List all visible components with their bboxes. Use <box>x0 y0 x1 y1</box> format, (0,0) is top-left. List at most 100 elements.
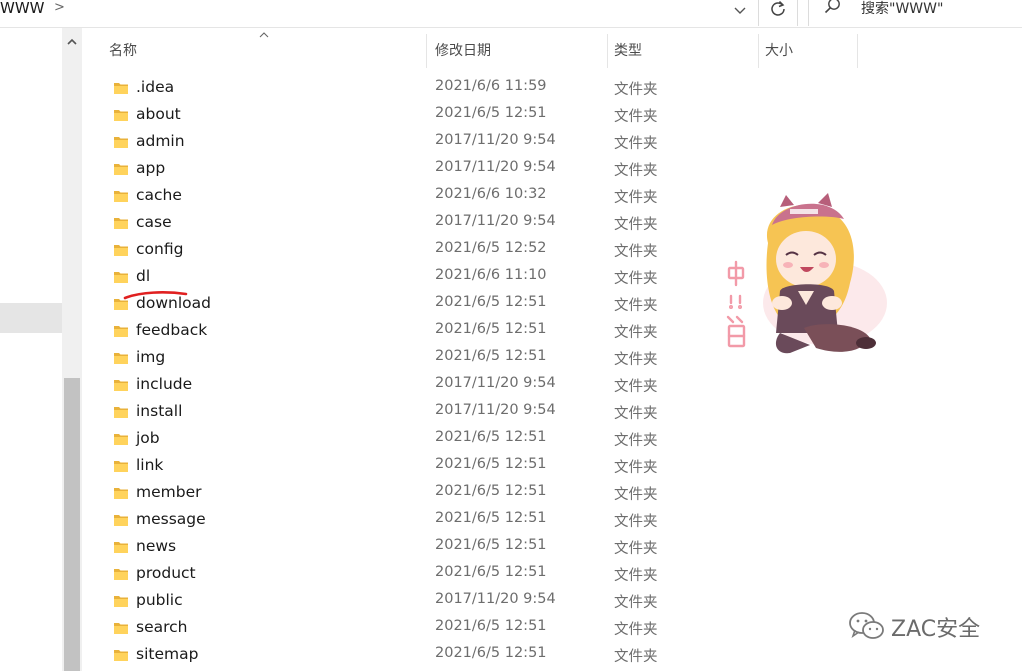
breadcrumb-item-www[interactable]: WWW <box>0 0 45 17</box>
file-row[interactable]: link 2021/6/5 12:51 文件夹 <box>83 453 783 480</box>
address-bar: WWW > 搜索"WWW" <box>0 0 1022 28</box>
file-type: 文件夹 <box>614 244 658 260</box>
file-date-modified: 2021/6/5 12:51 <box>435 429 547 445</box>
file-type: 文件夹 <box>614 325 658 341</box>
file-row[interactable]: job 2021/6/5 12:51 文件夹 <box>83 426 783 453</box>
column-header-date-modified[interactable]: 修改日期 <box>435 34 491 68</box>
nav-selected-item[interactable] <box>0 303 62 333</box>
column-divider[interactable] <box>607 34 608 68</box>
folder-icon <box>114 488 128 499</box>
file-row[interactable]: member 2021/6/5 12:51 文件夹 <box>83 480 783 507</box>
scrollbar-thumb[interactable] <box>64 378 80 671</box>
file-name[interactable]: install <box>136 402 182 420</box>
file-type: 文件夹 <box>614 460 658 476</box>
file-row[interactable]: sitemap 2021/6/5 12:51 文件夹 <box>83 642 783 669</box>
watermark: ZAC安全 <box>846 609 1016 643</box>
search-box[interactable]: 搜索"WWW" <box>808 0 1022 26</box>
wechat-logo-icon <box>849 612 884 639</box>
file-date-modified: 2021/6/5 12:51 <box>435 321 547 337</box>
file-date-modified: 2021/6/5 12:51 <box>435 294 547 310</box>
file-name[interactable]: product <box>136 564 196 582</box>
file-type: 文件夹 <box>614 298 658 314</box>
file-name[interactable]: public <box>136 591 183 609</box>
folder-icon <box>114 515 128 526</box>
file-row[interactable]: message 2021/6/5 12:51 文件夹 <box>83 507 783 534</box>
file-row[interactable]: product 2021/6/5 12:51 文件夹 <box>83 561 783 588</box>
file-name[interactable]: about <box>136 105 181 123</box>
file-type: 文件夹 <box>614 433 658 449</box>
file-row[interactable]: cache 2021/6/6 10:32 文件夹 <box>83 183 783 210</box>
file-row[interactable]: feedback 2021/6/5 12:51 文件夹 <box>83 318 783 345</box>
folder-icon <box>114 623 128 634</box>
chevron-down-icon <box>734 7 746 14</box>
file-name[interactable]: admin <box>136 132 185 150</box>
address-history-dropdown-button[interactable] <box>724 0 756 20</box>
file-type: 文件夹 <box>614 541 658 557</box>
file-date-modified: 2021/6/5 12:52 <box>435 240 547 256</box>
file-type: 文件夹 <box>614 406 658 422</box>
column-header-name[interactable]: 名称 <box>109 34 137 68</box>
file-date-modified: 2021/6/5 12:51 <box>435 105 547 121</box>
file-name[interactable]: .idea <box>136 78 174 96</box>
file-row[interactable]: app 2017/11/20 9:54 文件夹 <box>83 156 783 183</box>
folder-icon <box>114 650 128 661</box>
breadcrumb[interactable]: WWW > <box>0 0 752 20</box>
folder-icon <box>114 245 128 256</box>
file-row[interactable]: .idea 2021/6/6 11:59 文件夹 <box>83 75 783 102</box>
column-header-size[interactable]: 大小 <box>765 34 793 68</box>
chevron-up-icon <box>67 38 77 45</box>
file-type: 文件夹 <box>614 649 658 665</box>
file-date-modified: 2021/6/5 12:51 <box>435 564 547 580</box>
search-input[interactable]: 搜索"WWW" <box>861 0 943 18</box>
file-name[interactable]: member <box>136 483 201 501</box>
file-date-modified: 2021/6/5 12:51 <box>435 510 547 526</box>
file-row[interactable]: admin 2017/11/20 9:54 文件夹 <box>83 129 783 156</box>
file-row[interactable]: news 2021/6/5 12:51 文件夹 <box>83 534 783 561</box>
column-header-type[interactable]: 类型 <box>614 34 642 68</box>
refresh-button[interactable] <box>758 0 798 26</box>
breadcrumb-separator-icon[interactable]: > <box>54 0 65 15</box>
file-type: 文件夹 <box>614 190 658 206</box>
column-divider[interactable] <box>857 34 858 68</box>
file-name[interactable]: img <box>136 348 165 366</box>
file-name[interactable]: link <box>136 456 163 474</box>
file-date-modified: 2017/11/20 9:54 <box>435 591 556 607</box>
file-name[interactable]: include <box>136 375 192 393</box>
scroll-up-button[interactable] <box>62 34 82 50</box>
file-name[interactable]: dl <box>136 267 150 285</box>
file-row[interactable]: install 2017/11/20 9:54 文件夹 <box>83 399 783 426</box>
folder-icon <box>114 407 128 418</box>
file-row[interactable]: dl 2021/6/6 11:10 文件夹 <box>83 264 783 291</box>
file-type: 文件夹 <box>614 109 658 125</box>
file-date-modified: 2021/6/5 12:51 <box>435 537 547 553</box>
folder-icon <box>114 596 128 607</box>
column-divider[interactable] <box>426 34 427 68</box>
file-name[interactable]: sitemap <box>136 645 198 663</box>
navigation-pane[interactable] <box>0 28 62 671</box>
file-name[interactable]: news <box>136 537 176 555</box>
file-name[interactable]: config <box>136 240 183 258</box>
file-name[interactable]: case <box>136 213 172 231</box>
file-row[interactable]: img 2021/6/5 12:51 文件夹 <box>83 345 783 372</box>
navigation-scrollbar[interactable] <box>62 28 82 671</box>
folder-icon <box>114 326 128 337</box>
file-row[interactable]: about 2021/6/5 12:51 文件夹 <box>83 102 783 129</box>
file-row[interactable]: include 2017/11/20 9:54 文件夹 <box>83 372 783 399</box>
file-row[interactable]: public 2017/11/20 9:54 文件夹 <box>83 588 783 615</box>
file-name[interactable]: message <box>136 510 206 528</box>
file-name[interactable]: search <box>136 618 188 636</box>
file-row[interactable]: case 2017/11/20 9:54 文件夹 <box>83 210 783 237</box>
file-date-modified: 2017/11/20 9:54 <box>435 159 556 175</box>
folder-icon <box>114 353 128 364</box>
file-name[interactable]: app <box>136 159 165 177</box>
file-row[interactable]: config 2021/6/5 12:52 文件夹 <box>83 237 783 264</box>
file-name[interactable]: feedback <box>136 321 207 339</box>
file-row[interactable]: search 2021/6/5 12:51 文件夹 <box>83 615 783 642</box>
red-underline-annotation <box>123 291 188 300</box>
file-date-modified: 2021/6/6 10:32 <box>435 186 547 202</box>
file-name[interactable]: job <box>136 429 160 447</box>
column-divider[interactable] <box>758 34 759 68</box>
file-date-modified: 2017/11/20 9:54 <box>435 402 556 418</box>
file-date-modified: 2021/6/5 12:51 <box>435 456 547 472</box>
file-name[interactable]: cache <box>136 186 182 204</box>
